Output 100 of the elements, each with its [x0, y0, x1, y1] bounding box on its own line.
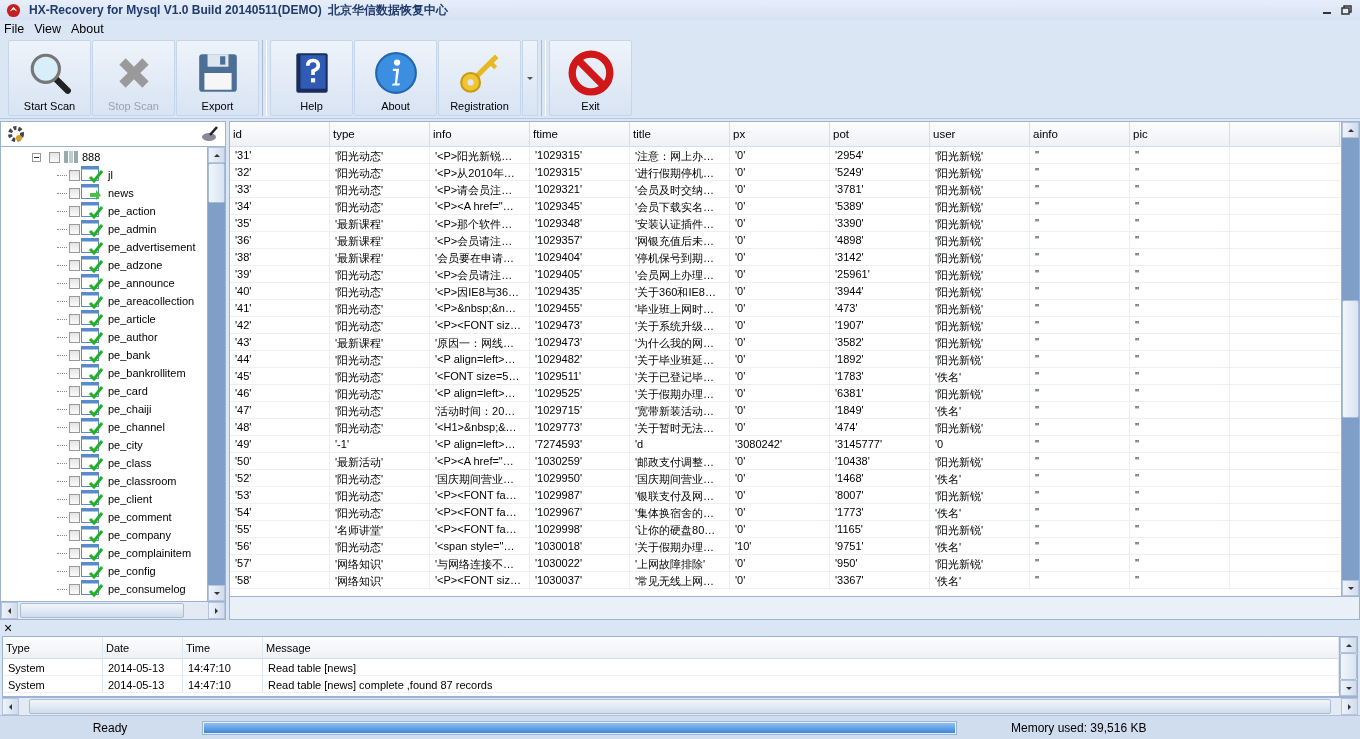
checkbox[interactable] [69, 403, 80, 415]
tree-item[interactable]: pe_bankrollitem [108, 367, 186, 379]
checkbox[interactable] [49, 151, 60, 163]
vertical-scrollbar[interactable] [1339, 637, 1357, 696]
tree-item[interactable]: pe_advertisement [108, 241, 196, 253]
tree-item[interactable]: pe_city [108, 439, 143, 451]
collapse-icon[interactable] [32, 152, 41, 162]
scroll-thumb[interactable] [1340, 653, 1357, 680]
scroll-left-icon[interactable] [8, 702, 13, 711]
tree-item[interactable]: pe_bank [108, 349, 151, 361]
tree-item[interactable]: pe_class [108, 457, 152, 469]
tree-item[interactable]: pe_channel [108, 421, 165, 433]
tree-item[interactable]: pe_action [108, 205, 156, 217]
column-header[interactable]: title [630, 122, 730, 146]
close-button[interactable]: × [4, 621, 13, 635]
scroll-down-icon[interactable] [212, 590, 221, 596]
column-header[interactable]: user [930, 122, 1030, 146]
tree-item[interactable]: pe_areacollection [108, 295, 195, 307]
menu-item[interactable]: View [34, 22, 62, 36]
column-header[interactable]: info [430, 122, 530, 146]
vertical-scrollbar[interactable] [207, 147, 225, 601]
scroll-up-icon[interactable] [212, 152, 221, 158]
column-header[interactable]: Type [3, 637, 103, 658]
tree-item[interactable]: pe_card [108, 385, 148, 397]
toolbar-button[interactable]: About [354, 40, 437, 116]
menu-item[interactable]: File [4, 22, 25, 36]
checkbox[interactable] [69, 583, 80, 595]
toolbar-button[interactable]: Registration [438, 40, 521, 116]
maximize-icon[interactable] [1340, 4, 1354, 16]
scroll-thumb[interactable] [20, 603, 184, 618]
toolbar-button[interactable]: Help [270, 40, 353, 116]
horizontal-scrollbar[interactable] [1, 601, 225, 619]
scroll-down-icon[interactable] [1344, 685, 1353, 691]
tree-item[interactable]: pe_admin [108, 223, 157, 235]
checkbox[interactable] [69, 349, 80, 361]
horizontal-scrollbar[interactable] [2, 697, 1358, 715]
column-header[interactable]: ftime [530, 122, 630, 146]
column-header[interactable]: pic [1130, 122, 1230, 146]
checkbox[interactable] [69, 241, 80, 253]
column-header[interactable]: Date [103, 637, 183, 658]
checkbox[interactable] [69, 313, 80, 325]
scroll-up-icon[interactable] [1344, 642, 1353, 648]
toolbar-button[interactable]: Export [176, 40, 259, 116]
checkbox[interactable] [69, 277, 80, 289]
checkbox[interactable] [69, 493, 80, 505]
scroll-thumb[interactable] [1342, 300, 1359, 418]
tree-item[interactable]: pe_adzone [108, 259, 163, 271]
checkbox[interactable] [69, 385, 80, 397]
tree-item[interactable]: pe_announce [108, 277, 175, 289]
checkbox[interactable] [69, 367, 80, 379]
checkbox[interactable] [69, 259, 80, 271]
tree-item[interactable]: pe_client [108, 493, 153, 505]
scroll-down-icon[interactable] [1346, 585, 1355, 591]
checkbox[interactable] [69, 547, 80, 559]
column-header[interactable]: px [730, 122, 830, 146]
column-header[interactable]: id [230, 122, 330, 146]
checkbox[interactable] [69, 511, 80, 523]
tree-item[interactable]: jl [108, 169, 113, 181]
checkbox[interactable] [69, 187, 80, 199]
checkbox[interactable] [69, 331, 80, 343]
tree-item[interactable]: pe_company [108, 529, 171, 541]
menu-item[interactable]: About [71, 22, 104, 36]
tree-item[interactable]: pe_article [108, 313, 156, 325]
toolbar-button[interactable]: Exit [549, 40, 632, 116]
checkbox[interactable] [69, 475, 80, 487]
column-header[interactable]: type [330, 122, 430, 146]
checkbox[interactable] [69, 439, 80, 451]
tree-item[interactable]: pe_comment [108, 511, 172, 523]
checkbox[interactable] [69, 529, 80, 541]
checkbox[interactable] [69, 421, 80, 433]
table-cell: '阳光新锐' [930, 487, 1030, 503]
column-header[interactable]: Time [183, 637, 263, 658]
tree-item[interactable]: pe_author [108, 331, 158, 343]
scroll-thumb[interactable] [208, 163, 225, 203]
column-header[interactable]: pot [830, 122, 930, 146]
column-header[interactable]: ainfo [1030, 122, 1130, 146]
brush-icon[interactable] [201, 125, 219, 143]
checkbox[interactable] [69, 223, 80, 235]
tree-item[interactable]: pe_classroom [108, 475, 177, 487]
scroll-left-icon[interactable] [7, 606, 12, 615]
tree-item[interactable]: 888 [82, 151, 101, 163]
checkbox[interactable] [69, 169, 80, 181]
table-cell: '阳光动态' [330, 419, 430, 435]
toolbar-button[interactable]: Start Scan [8, 40, 91, 116]
checkbox[interactable] [69, 295, 80, 307]
scroll-right-icon[interactable] [1347, 702, 1352, 711]
settings-icon[interactable] [7, 125, 25, 143]
checkbox[interactable] [69, 457, 80, 469]
checkbox[interactable] [69, 205, 80, 217]
tree-item[interactable]: pe_chaiji [108, 403, 152, 415]
scroll-thumb[interactable] [29, 699, 1331, 714]
scroll-up-icon[interactable] [1346, 127, 1355, 133]
checkbox[interactable] [69, 565, 80, 577]
table-cell: '48' [230, 419, 330, 435]
tree-item[interactable]: pe_complainitem [108, 547, 192, 559]
tree-item[interactable]: pe_config [108, 565, 156, 577]
vertical-scrollbar[interactable] [1341, 122, 1359, 596]
tree-item[interactable]: pe_consumelog [108, 583, 186, 595]
scroll-right-icon[interactable] [214, 606, 219, 615]
tree-item[interactable]: news [108, 187, 134, 199]
